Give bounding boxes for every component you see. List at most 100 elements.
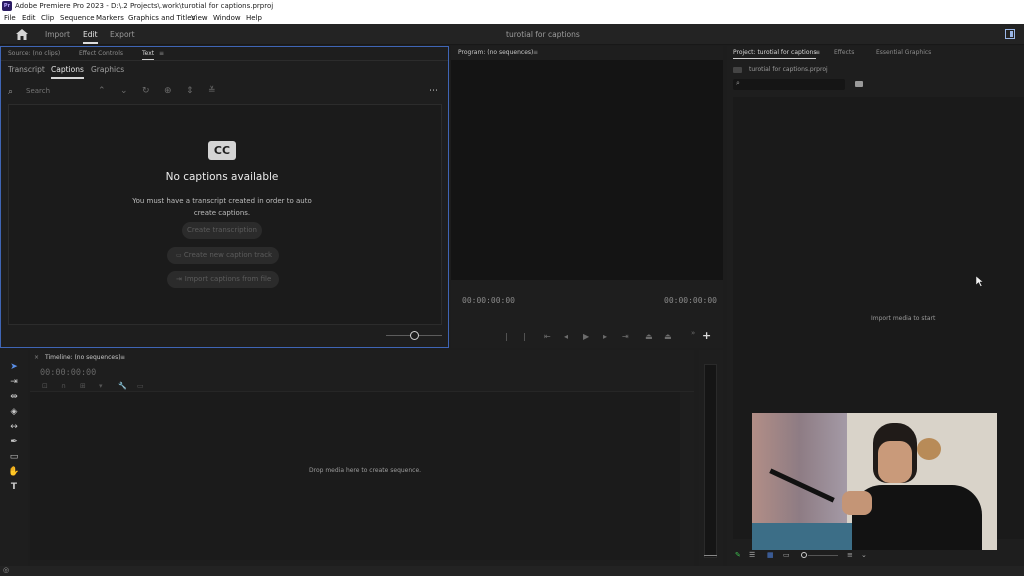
subtab-transcript[interactable]: Transcript (8, 65, 45, 75)
tab-essential-graphics[interactable]: Essential Graphics (876, 49, 931, 57)
project-name: turotial for captions (506, 30, 580, 39)
freeform-view-icon[interactable]: ▭ (783, 551, 790, 559)
more-controls-icon[interactable]: » (691, 328, 695, 338)
nav-edit[interactable]: Edit (83, 29, 98, 44)
linked-selection-icon[interactable]: ⊞ (80, 381, 86, 391)
play-icon[interactable]: ▶ (583, 332, 589, 342)
list-view-icon[interactable]: ☰ (749, 551, 755, 559)
step-back-icon[interactable]: ◂ (564, 332, 568, 342)
icon-view-icon[interactable]: ▦ (767, 551, 774, 559)
premiere-logo: Pr (2, 1, 12, 11)
add-button-icon[interactable]: + (702, 330, 711, 341)
timeline-track-area[interactable] (30, 392, 680, 560)
mark-in-icon[interactable]: ❘ (503, 332, 510, 342)
menu-clip[interactable]: Clip (41, 13, 54, 23)
menu-markers[interactable]: Markers (96, 13, 124, 23)
program-menu-icon[interactable]: ≡ (533, 49, 538, 57)
refresh-icon[interactable]: ↻ (142, 86, 150, 96)
project-file-name: turotial for captions.prproj (749, 66, 828, 73)
menu-help[interactable]: Help (246, 13, 262, 23)
sort-dropdown-icon[interactable]: ⌄ (861, 551, 867, 559)
zoom-slider-handle[interactable] (410, 331, 419, 340)
tab-program[interactable]: Program: (no sequences) (458, 49, 533, 57)
timeline-panel: × Timeline: (no sequences) ≡ 00:00:00:00… (30, 350, 694, 566)
timeline-settings-icon[interactable]: 🔧 (118, 381, 127, 391)
pen-tool-icon[interactable]: ✒ (6, 436, 22, 449)
slip-tool-icon[interactable]: ↔ (6, 421, 22, 434)
split-caption-icon[interactable]: ⇕ (186, 86, 194, 96)
nest-icon[interactable]: ⊡ (42, 381, 48, 391)
razor-tool-icon[interactable]: ◈ (6, 406, 22, 419)
more-options-icon[interactable]: ⋯ (429, 86, 438, 96)
go-to-in-icon[interactable]: ⇤ (544, 332, 551, 342)
selection-tool-icon[interactable]: ➤ (6, 361, 22, 374)
merge-captions-icon[interactable]: ≚ (208, 86, 216, 96)
close-tab-icon[interactable]: × (34, 354, 39, 362)
track-select-tool-icon[interactable]: ⇥ (6, 376, 22, 389)
thumbnail-size-slider[interactable] (808, 555, 838, 556)
step-forward-icon[interactable]: ▸ (603, 332, 607, 342)
caption-track-icon: ▭ (176, 252, 182, 259)
pencil-icon[interactable]: ✎ (735, 551, 741, 559)
window-title-bar: Pr Adobe Premiere Pro 2023 - D:\.2 Proje… (0, 0, 1024, 12)
captions-panel: Source: (no clips) Effect Controls Text … (0, 46, 449, 348)
go-to-out-icon[interactable]: ⇥ (622, 332, 629, 342)
menu-sequence[interactable]: Sequence (60, 13, 95, 23)
empty-state-description: You must have a transcript created in or… (132, 197, 312, 217)
type-tool-icon[interactable]: T (6, 481, 22, 494)
search-input[interactable] (26, 85, 86, 97)
tab-effect-controls[interactable]: Effect Controls (79, 50, 123, 58)
menu-file[interactable]: File (4, 13, 16, 23)
tab-source[interactable]: Source: (no clips) (8, 50, 60, 58)
search-icon: ⌕ (736, 79, 740, 87)
mouse-cursor-icon (976, 276, 984, 287)
create-caption-track-button[interactable]: ▭ Create new caption track (167, 247, 279, 264)
menu-window[interactable]: Window (213, 13, 241, 23)
lift-icon[interactable]: ⏏ (645, 332, 653, 342)
add-caption-icon[interactable]: ⊕ (164, 86, 172, 96)
workspace-header: Import Edit Export turotial for captions (0, 24, 1024, 45)
drop-media-message: Drop media here to create sequence. (309, 467, 422, 474)
nav-import[interactable]: Import (45, 29, 70, 40)
subtab-captions[interactable]: Captions (51, 65, 84, 79)
timeline-timecode[interactable]: 00:00:00:00 (40, 368, 96, 378)
snap-icon[interactable]: ∩ (61, 381, 66, 391)
project-panel: Project: turotial for captions ≡ Effects… (727, 46, 1024, 566)
mark-out-icon[interactable]: ❘ (521, 332, 528, 342)
captions-display-icon[interactable]: ▭ (137, 381, 144, 391)
tab-project[interactable]: Project: turotial for captions (733, 49, 817, 59)
hand-tool-icon[interactable]: ✋ (6, 466, 22, 479)
status-bar: ◎ (0, 566, 1024, 576)
chevron-up-icon[interactable]: ⌃ (98, 86, 106, 96)
panel-layout-icon[interactable] (1005, 29, 1015, 39)
menu-graphics-and-titles[interactable]: Graphics and Titles (128, 13, 195, 23)
project-menu-icon[interactable]: ≡ (815, 49, 820, 57)
audio-meter (704, 364, 717, 558)
import-icon: ⇥ (176, 275, 182, 283)
tab-effects[interactable]: Effects (834, 49, 854, 57)
chevron-down-icon[interactable]: ⌄ (120, 86, 128, 96)
nav-export[interactable]: Export (110, 29, 135, 40)
timeline-menu-icon[interactable]: ≡ (120, 354, 125, 362)
project-search-input[interactable]: ⌕ (733, 79, 845, 90)
create-transcription-button[interactable]: Create transcription (182, 222, 262, 239)
program-viewer (451, 60, 723, 280)
subtab-graphics[interactable]: Graphics (91, 65, 124, 75)
menu-edit[interactable]: Edit (22, 13, 36, 23)
thumbnail-size-handle[interactable] (801, 552, 807, 558)
text-panel-menu-icon[interactable]: ≡ (159, 50, 164, 58)
status-indicator-icon: ◎ (3, 566, 10, 574)
add-marker-icon[interactable]: ▾ (99, 381, 103, 391)
import-captions-button[interactable]: ⇥ Import captions from file (167, 271, 279, 288)
audio-meter-baseline (704, 555, 717, 556)
tab-timeline[interactable]: Timeline: (no sequences) (45, 354, 121, 362)
home-icon[interactable] (16, 29, 28, 40)
tab-text[interactable]: Text (142, 50, 155, 60)
ripple-edit-tool-icon[interactable]: ⇹ (6, 391, 22, 404)
new-bin-icon[interactable] (855, 81, 863, 87)
extract-icon[interactable]: ⏏ (664, 332, 672, 342)
program-timecode-current: 00:00:00:00 (462, 296, 515, 305)
menu-view[interactable]: View (191, 13, 208, 23)
sort-icon[interactable]: ≡ (847, 551, 853, 559)
rectangle-tool-icon[interactable]: ▭ (6, 451, 22, 464)
